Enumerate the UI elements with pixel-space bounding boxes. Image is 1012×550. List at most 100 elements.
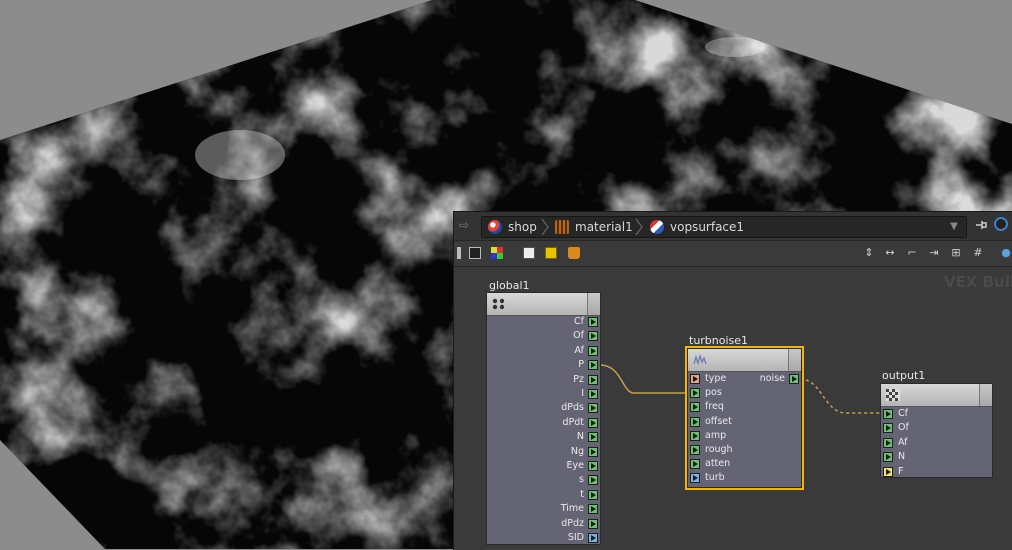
node-flag[interactable] — [979, 384, 992, 406]
output-label-cf: Cf — [574, 316, 584, 327]
input-port-cf[interactable] — [883, 409, 893, 419]
output-port-dpds[interactable] — [588, 403, 598, 414]
input-port-rough[interactable] — [690, 445, 700, 455]
input-port-atten[interactable] — [690, 459, 700, 470]
output-port-dpdz[interactable] — [588, 518, 598, 529]
wire-straight-icon[interactable]: ⇥ — [927, 246, 941, 260]
output-label-pz: Pz — [573, 373, 584, 385]
network-editor-pane: ⇨ shop material1 vopsurface1 ▼ ⇕ ↔ ⌐ ⇥ ⊞… — [453, 211, 1012, 550]
output-port-i[interactable] — [588, 389, 598, 399]
crumb-vopsurface1[interactable]: vopsurface1 — [650, 217, 750, 237]
global-vars-icon — [492, 298, 505, 310]
color-palette-icon[interactable] — [491, 247, 503, 259]
chevron-right-icon — [635, 218, 643, 236]
sticky-note-icon[interactable] — [545, 247, 557, 259]
output-port-sid[interactable] — [588, 533, 598, 543]
input-label-of: Of — [898, 422, 909, 434]
node-output1[interactable]: Cf Of Af N F — [880, 383, 993, 478]
output-port-t[interactable] — [588, 489, 598, 500]
node-global1[interactable]: Cf Of Af P Pz IdPds dPdt N Ng Eye s t Time dPdz SID — [486, 292, 601, 545]
input-port-amp[interactable] — [690, 430, 700, 441]
output-label-dpdz: dPdz — [561, 517, 584, 529]
crumb-shop[interactable]: shop — [488, 217, 540, 237]
snap-grid-icon[interactable]: ⊞ — [949, 246, 963, 260]
input-port-pos[interactable] — [690, 388, 700, 399]
path-bar: ⇨ shop material1 vopsurface1 ▼ — [454, 212, 1012, 241]
view-icon[interactable]: ● — [999, 246, 1012, 260]
wire-style-icon[interactable]: ⌐ — [905, 246, 919, 260]
back-arrow-icon[interactable]: ⇨ — [459, 218, 469, 232]
display-options-icon[interactable] — [523, 247, 535, 259]
crumb-label: vopsurface1 — [670, 220, 745, 234]
network-view[interactable]: VEX Buil global1 Cf Of Af P Pz IdPds dPdt N Ng Ey… — [454, 267, 1012, 550]
input-label-offset: offset — [705, 415, 732, 427]
output-label-s: s — [579, 474, 584, 486]
node-name-output1: output1 — [882, 369, 926, 382]
wire-p-to-type — [599, 364, 686, 394]
node-header[interactable] — [487, 293, 600, 316]
tool-icon[interactable] — [457, 247, 461, 259]
output-noise-label: noise — [759, 373, 785, 384]
layout-icon[interactable] — [469, 247, 481, 259]
output-label-af: Af — [574, 344, 584, 356]
align-horizontal-icon[interactable]: ↔ — [883, 246, 897, 260]
path-dropdown-icon[interactable]: ▼ — [946, 218, 962, 236]
output-label-t: t — [580, 488, 584, 500]
material-icon — [555, 220, 569, 234]
node-flag[interactable] — [788, 349, 801, 371]
node-name-global1: global1 — [489, 279, 530, 292]
output-label-ng: Ng — [570, 445, 584, 457]
input-label-atten: atten — [705, 458, 731, 470]
node-turbnoise1[interactable]: type pos freq offset amp rough atten turb noise — [685, 346, 804, 490]
output-port-pz[interactable] — [588, 374, 598, 385]
output-port-noise[interactable] — [789, 374, 799, 384]
input-label-af: Af — [898, 436, 908, 448]
output-port-of[interactable] — [588, 331, 598, 342]
output-label-dpdt: dPdt — [562, 416, 584, 428]
crumb-material1[interactable]: material1 — [555, 217, 635, 237]
output-label-p: P — [578, 359, 584, 371]
input-port-offset[interactable] — [690, 416, 700, 427]
input-label-type: type — [705, 373, 727, 384]
network-box-icon[interactable] — [568, 247, 580, 259]
output-port-n[interactable] — [588, 432, 598, 443]
node-header[interactable] — [688, 349, 801, 372]
input-port-of[interactable] — [883, 423, 893, 434]
align-vertical-icon[interactable]: ⇕ — [862, 246, 876, 260]
grid-icon[interactable]: # — [971, 246, 985, 260]
node-flag[interactable] — [587, 293, 600, 315]
output-label-of: Of — [573, 330, 584, 342]
noise-icon — [693, 354, 707, 366]
input-port-f[interactable] — [883, 466, 893, 477]
network-toolbar: ⇕ ↔ ⌐ ⇥ ⊞ # ● — [454, 241, 1012, 267]
input-label-f: F — [898, 465, 904, 477]
output-label-time: Time — [560, 503, 584, 515]
output-label-i: I — [581, 388, 584, 399]
output-port-eye[interactable] — [588, 461, 598, 471]
chevron-right-icon — [541, 218, 549, 236]
pin-icon[interactable] — [974, 218, 988, 232]
output-port-cf[interactable] — [588, 317, 598, 327]
output-label-eye: Eye — [566, 460, 584, 471]
output-port-dpdt[interactable] — [588, 417, 598, 428]
output-port-af[interactable] — [588, 345, 598, 356]
node-header[interactable] — [881, 384, 992, 407]
output-port-s[interactable] — [588, 475, 598, 486]
output-port-ng[interactable] — [588, 446, 598, 457]
input-port-type[interactable] — [690, 374, 700, 384]
input-label-freq: freq — [705, 401, 724, 413]
input-port-af[interactable] — [883, 437, 893, 448]
shop-icon — [488, 220, 502, 234]
input-port-freq[interactable] — [690, 402, 700, 413]
node-name-turbnoise1: turbnoise1 — [689, 334, 749, 347]
output-label-n: N — [576, 431, 584, 443]
output-checker-icon — [886, 389, 900, 401]
output-port-time[interactable] — [588, 504, 598, 515]
output-port-p[interactable] — [588, 360, 598, 371]
vopsurface-icon — [650, 220, 664, 234]
input-port-turb[interactable] — [690, 473, 700, 484]
help-icon[interactable] — [994, 217, 1008, 231]
output-label-dpds: dPds — [561, 402, 584, 414]
input-port-n[interactable] — [883, 452, 893, 463]
crumb-label: shop — [508, 220, 537, 234]
